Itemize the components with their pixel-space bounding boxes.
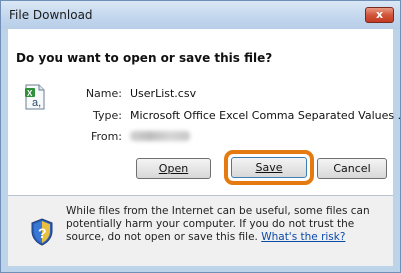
type-label: Type: bbox=[93, 109, 122, 122]
name-label: Name: bbox=[85, 87, 122, 100]
file-type-value: Microsoft Office Excel Comma Separated V… bbox=[130, 109, 401, 122]
save-button-highlight bbox=[224, 150, 314, 185]
security-warning-text: While files from the Internet can be use… bbox=[66, 205, 382, 244]
open-button[interactable]: Open bbox=[136, 158, 211, 179]
file-download-dialog: File Download x Do you want to open or s… bbox=[0, 0, 401, 273]
cancel-button-label: Cancel bbox=[333, 162, 371, 175]
close-icon: x bbox=[375, 8, 384, 21]
from-label: From: bbox=[91, 130, 122, 143]
dialog-heading: Do you want to open or save this file? bbox=[16, 51, 273, 65]
svg-text:a,: a, bbox=[32, 97, 41, 109]
close-button[interactable]: x bbox=[365, 7, 394, 23]
security-warning-panel: ? While files from the Internet can be u… bbox=[8, 196, 393, 266]
cancel-button[interactable]: Cancel bbox=[317, 158, 387, 179]
whats-the-risk-link[interactable]: What's the risk? bbox=[261, 231, 345, 243]
svg-text:?: ? bbox=[38, 225, 47, 241]
security-shield-question-icon: ? bbox=[31, 218, 53, 246]
dialog-body: Do you want to open or save this file? X… bbox=[8, 29, 401, 266]
from-value-redacted bbox=[130, 131, 190, 141]
window-title: File Download bbox=[9, 8, 93, 22]
excel-csv-file-icon: X a, bbox=[25, 84, 45, 110]
file-name-value: UserList.csv bbox=[130, 87, 197, 100]
title-bar: File Download x bbox=[1, 1, 400, 29]
open-button-label: Open bbox=[158, 162, 189, 175]
